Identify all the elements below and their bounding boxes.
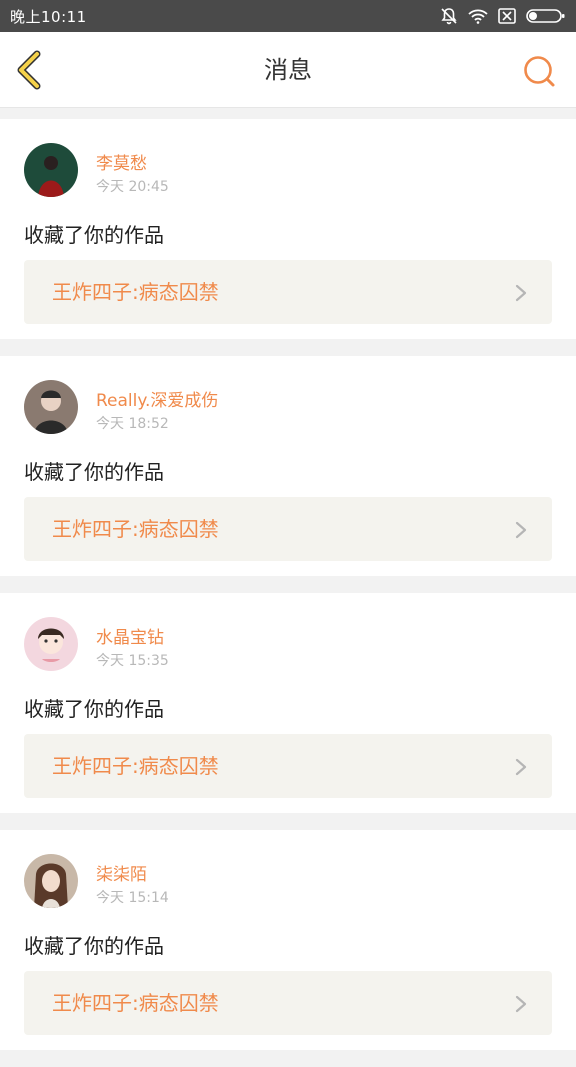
user-name[interactable]: 柒柒陌	[96, 860, 147, 885]
status-icons	[440, 7, 566, 25]
work-title: 王炸四子:病态囚禁	[52, 517, 219, 541]
avatar[interactable]	[24, 617, 78, 671]
header-bar: 消息	[0, 32, 576, 108]
search-button[interactable]	[522, 54, 556, 88]
message-action: 收藏了你的作品	[24, 460, 164, 484]
user-name[interactable]: 水晶宝钻	[96, 623, 164, 648]
chevron-right-icon	[515, 758, 527, 776]
message-card: 水晶宝钻 今天 15:35 收藏了你的作品 王炸四子:病态囚禁	[0, 593, 576, 813]
chevron-right-icon	[515, 521, 527, 539]
work-title: 王炸四子:病态囚禁	[52, 991, 219, 1015]
chevron-right-icon	[515, 284, 527, 302]
sim-off-icon	[498, 8, 516, 24]
work-title: 王炸四子:病态囚禁	[52, 280, 219, 304]
chevron-right-icon	[515, 995, 527, 1013]
message-card: 李莫愁 今天 20:45 收藏了你的作品 王炸四子:病态囚禁	[0, 119, 576, 339]
search-icon	[524, 56, 555, 87]
message-time: 今天 15:35	[96, 653, 169, 669]
message-card: 柒柒陌 今天 15:14 收藏了你的作品 王炸四子:病态囚禁	[0, 830, 576, 1050]
message-time: 今天 20:45	[96, 179, 169, 195]
status-time: 晚上10:11	[10, 7, 87, 26]
status-bar: 晚上10:11	[0, 0, 576, 32]
message-action: 收藏了你的作品	[24, 697, 164, 721]
message-action: 收藏了你的作品	[24, 223, 164, 247]
message-action: 收藏了你的作品	[24, 934, 164, 958]
user-name[interactable]: 李莫愁	[96, 149, 147, 174]
message-card: Really.深爱成伤 今天 18:52 收藏了你的作品 王炸四子:病态囚禁	[0, 356, 576, 576]
message-time: 今天 18:52	[96, 416, 169, 432]
avatar[interactable]	[24, 143, 78, 197]
page-title: 消息	[264, 56, 312, 84]
work-link[interactable]: 王炸四子:病态囚禁	[24, 971, 552, 1035]
wifi-icon	[468, 8, 488, 24]
work-link[interactable]: 王炸四子:病态囚禁	[24, 260, 552, 324]
avatar[interactable]	[24, 854, 78, 908]
avatar[interactable]	[24, 380, 78, 434]
battery-icon	[526, 8, 566, 24]
work-link[interactable]: 王炸四子:病态囚禁	[24, 497, 552, 561]
work-link[interactable]: 王炸四子:病态囚禁	[24, 734, 552, 798]
work-title: 王炸四子:病态囚禁	[52, 754, 219, 778]
bell-off-icon	[440, 7, 458, 25]
user-name[interactable]: Really.深爱成伤	[96, 386, 218, 411]
message-time: 今天 15:14	[96, 890, 169, 906]
message-list: 李莫愁 今天 20:45 收藏了你的作品 王炸四子:病态囚禁 Really.深爱…	[0, 119, 576, 1067]
